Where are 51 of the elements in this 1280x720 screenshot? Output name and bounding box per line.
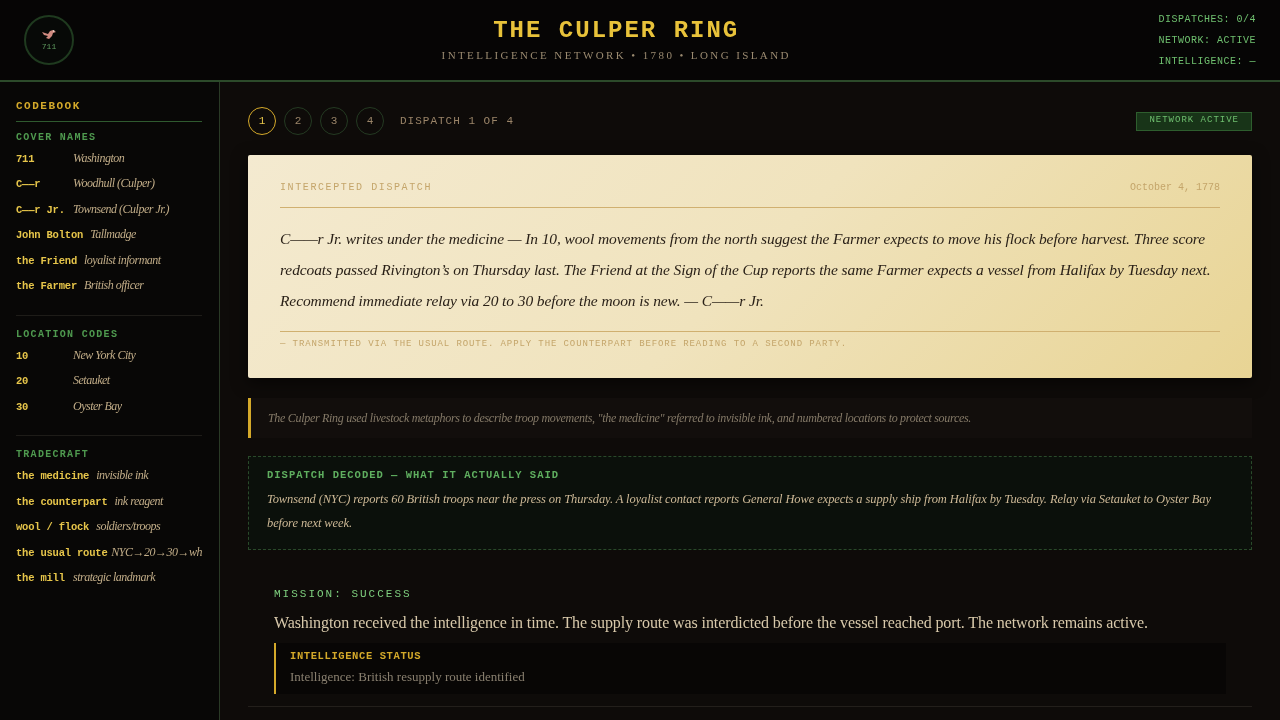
- status-text: INTELLIGENCE: —: [1158, 54, 1256, 69]
- decoded-text: Townsend (NYC) reports 60 British troops near the press on Thursday. A loyalist contact reports General Howe expects a supply ship from Halifax by Tuesday. Relay via Setauket to Oyster Bay before next week.: [267, 491, 1212, 533]
- code-word: 20: [16, 374, 30, 389]
- code-word: the mill: [16, 571, 66, 586]
- code-meaning: ink reagent: [114, 492, 163, 510]
- section-title: TRADECRAFT: [16, 448, 90, 462]
- code-word: 10: [16, 348, 30, 364]
- status-text: NETWORK: ACTIVE: [1158, 33, 1256, 48]
- code-word: C——r Jr.: [16, 202, 66, 218]
- code-word: John Bolton: [16, 228, 84, 243]
- mission-title: MISSION: SUCCESS: [274, 587, 413, 603]
- bird-icon: [41, 29, 57, 41]
- code-meaning: Tallmadge: [90, 226, 136, 243]
- code-word: C——r: [16, 177, 42, 192]
- mission-text: Washington received the intelligence in time. The supply route was interdicted before the vessel reached port. The network remains active.: [274, 612, 1149, 634]
- code-meaning: Oyster Bay: [73, 397, 122, 415]
- letter-body: C——r Jr. writes under the medicine — In 10, wool movements from the north suggest the Farmer expects to move his flock before harvest. Three score redcoats passed Rivington’s on Thursday last. The Friend at the Sign of the Cup reports the same Farmer expects a vessel from Halifax by Tuesday next. Recommend immediate relay via 20 to 30 before the moon is new. — C——r Jr.: [280, 208, 1220, 332]
- code-meaning: strategic landmark: [73, 569, 155, 586]
- status-text: DISPATCHES: 0/4: [1158, 12, 1256, 27]
- code-meaning: Townsend (Culper Jr.): [73, 200, 170, 218]
- section-title: LOCATION CODES: [16, 327, 120, 342]
- letter-label: INTERCEPTED DISPATCH: [280, 181, 433, 195]
- letter-footer: — TRANSMITTED VIA THE USUAL ROUTE. APPLY THE COUNTERPART BEFORE READING TO A SECOND PARTY.: [280, 332, 1220, 352]
- sidebar-title: CODEBOOK: [16, 98, 202, 122]
- dispatch-counter: DISPATCH 1 OF 4: [400, 113, 515, 129]
- status-text: Intelligence: British resupply route identified: [290, 667, 526, 686]
- code-meaning: invisible ink: [96, 467, 149, 484]
- code-meaning: Woodhull (Culper): [73, 175, 155, 192]
- historical-note: The Culper Ring used livestock metaphors to describe troop movements, "the medicine" referred to invisible ink, and numbered locations to protect sources.: [248, 397, 1252, 438]
- code-word: 30: [16, 399, 30, 415]
- code-meaning: NYC→20→30→wh: [111, 543, 202, 561]
- code-meaning: British officer: [84, 277, 144, 294]
- network-status-badge: NETWORK ACTIVE: [1136, 111, 1252, 131]
- section-title: COVER NAMES: [16, 130, 98, 145]
- code-word: 711: [16, 151, 36, 167]
- code-meaning: New York City: [73, 346, 136, 364]
- status-title: INTELLIGENCE STATUS: [290, 648, 423, 664]
- code-word: the Friend: [16, 253, 77, 269]
- app-title: THE CULPER RING: [493, 16, 740, 45]
- decoded-title: DISPATCH DECODED — WHAT IT ACTUALLY SAID: [267, 467, 561, 483]
- code-word: the Farmer: [16, 279, 77, 294]
- app-subtitle: INTELLIGENCE NETWORK • 1780 • LONG ISLAND: [441, 47, 791, 63]
- code-meaning: Setauket: [73, 372, 110, 389]
- code-word: the medicine: [16, 469, 90, 484]
- letter-date: October 4, 1778: [1130, 181, 1220, 195]
- code-meaning: soldiers/troops: [96, 518, 161, 535]
- logo-text: 711: [41, 43, 57, 51]
- code-word: the counterpart: [16, 494, 108, 510]
- code-meaning: Washington: [73, 149, 125, 167]
- code-meaning: loyalist informant: [84, 251, 161, 269]
- code-word: wool / flock: [16, 520, 90, 535]
